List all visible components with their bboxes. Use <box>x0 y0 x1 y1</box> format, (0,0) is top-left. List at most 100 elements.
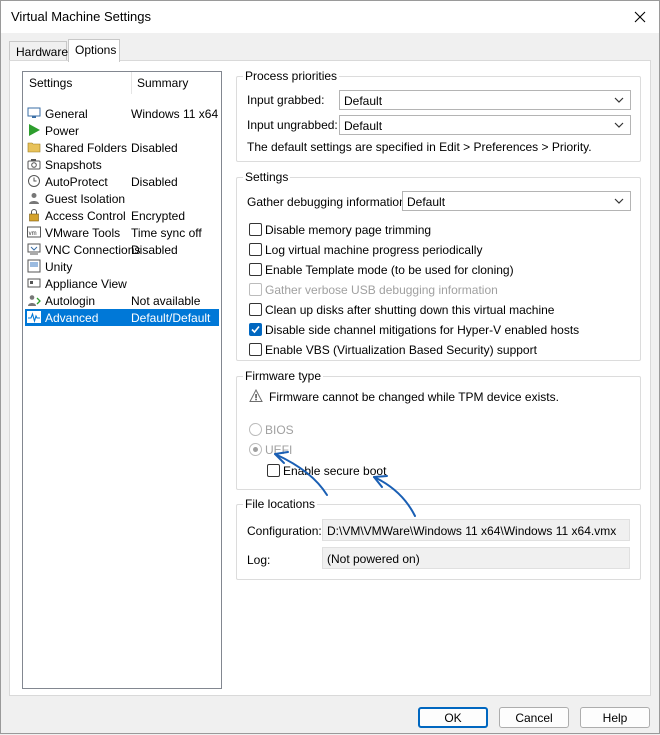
process-priorities-group: Process priorities Input grabbed: Defaul… <box>236 69 641 162</box>
file-locations-group: File locations Configuration: D:\VM\VMWa… <box>236 497 641 580</box>
checkbox-label: Gather verbose USB debugging information <box>265 283 498 297</box>
close-icon <box>634 11 646 23</box>
list-item-unity[interactable]: Unity <box>25 258 219 275</box>
checkbox-box <box>249 283 262 296</box>
list-item-snapshots[interactable]: Snapshots <box>25 156 219 173</box>
list-item-vmware-tools[interactable]: vm VMware Tools Time sync off <box>25 224 219 241</box>
list-item-label: AutoProtect <box>45 175 108 189</box>
title-bar: Virtual Machine Settings <box>1 1 659 33</box>
input-ungrabbed-value: Default <box>344 119 383 133</box>
list-item-label: VMware Tools <box>45 226 121 240</box>
help-button[interactable]: Help <box>580 707 650 728</box>
configuration-path: D:\VM\VMWare\Windows 11 x64\Windows 11 x… <box>327 524 617 538</box>
settings-list[interactable]: Settings Summary General Windows 11 x64 Po… <box>22 71 222 689</box>
list-item-summary: Default/Default <box>131 311 211 325</box>
checkbox-box <box>249 243 262 256</box>
vnc-icon <box>27 243 41 255</box>
checkbox-box <box>249 223 262 236</box>
list-item-summary: Time sync off <box>131 226 202 240</box>
close-button[interactable] <box>625 3 655 31</box>
debug-info-label: Gather debugging information: <box>247 195 410 209</box>
tab-hardware[interactable]: Hardware <box>9 41 68 61</box>
list-item-guest-isolation[interactable]: Guest Isolation <box>25 190 219 207</box>
configuration-path-field[interactable]: D:\VM\VMWare\Windows 11 x64\Windows 11 x… <box>322 519 630 541</box>
uefi-radio-dot <box>249 443 262 456</box>
checkbox-box <box>249 323 262 336</box>
checkbox-box <box>249 303 262 316</box>
checkbox-label: Disable memory page trimming <box>265 223 432 237</box>
checkbox-label: Enable Template mode (to be used for clo… <box>265 263 514 277</box>
checkbox-label: Enable VBS (Virtualization Based Securit… <box>265 343 537 357</box>
folder-icon <box>27 142 41 153</box>
list-item-label: Power <box>45 124 80 138</box>
column-settings[interactable]: Settings <box>29 76 72 90</box>
configuration-label: Configuration: <box>247 524 322 538</box>
list-item-autoprotect[interactable]: AutoProtect Disabled <box>25 173 219 190</box>
list-item-label: Appliance View <box>45 277 127 291</box>
list-item-vnc-connections[interactable]: VNC Connections Disabled <box>25 241 219 258</box>
bios-radio-dot <box>249 423 262 436</box>
list-item-appliance-view[interactable]: Appliance View <box>25 275 219 292</box>
list-item-summary: Encrypted <box>131 209 186 223</box>
checkbox-label: Clean up disks after shutting down this … <box>265 303 555 317</box>
list-item-label: Advanced <box>45 311 99 325</box>
list-item-summary: Windows 11 x64 <box>131 107 219 121</box>
chevron-down-icon <box>614 97 624 103</box>
log-path: (Not powered on) <box>327 552 420 566</box>
appliance-icon <box>27 278 41 288</box>
input-grabbed-value: Default <box>344 94 383 108</box>
svg-text:vm: vm <box>29 231 37 237</box>
window-title: Virtual Machine Settings <box>11 9 151 24</box>
list-item-access-control[interactable]: Access Control Encrypted <box>25 207 219 224</box>
firmware-title: Firmware type <box>243 369 324 383</box>
log-label: Log: <box>247 553 271 567</box>
list-item-label: Snapshots <box>45 158 102 172</box>
list-item-advanced[interactable]: Advanced Default/Default <box>25 309 219 326</box>
firmware-warning: Firmware cannot be changed while TPM dev… <box>269 390 559 404</box>
uefi-label: UEFI <box>265 443 293 457</box>
tab-options[interactable]: Options <box>68 39 120 62</box>
list-header: Settings Summary <box>23 72 221 94</box>
list-item-label: VNC Connections <box>45 243 141 257</box>
list-item-power[interactable]: Power <box>25 122 219 139</box>
vm-settings-window: Virtual Machine Settings Hardware Option… <box>0 0 660 734</box>
advanced-icon <box>27 311 41 323</box>
cancel-button[interactable]: Cancel <box>499 707 569 728</box>
list-item-label: Shared Folders <box>45 141 128 155</box>
debug-info-select[interactable]: Default <box>402 191 631 211</box>
warning-icon <box>249 389 263 402</box>
debug-info-value: Default <box>407 195 446 209</box>
user-icon <box>29 193 39 204</box>
chevron-down-icon <box>614 198 624 204</box>
monitor-icon <box>27 107 41 118</box>
column-summary[interactable]: Summary <box>137 76 188 90</box>
secure-boot-label: Enable secure boot <box>283 464 387 478</box>
priority-note: The default settings are specified in Ed… <box>247 140 592 154</box>
lock-icon <box>29 209 39 222</box>
list-item-summary: Disabled <box>131 175 178 189</box>
clock-icon <box>28 175 40 187</box>
list-item-label: Autologin <box>45 294 96 308</box>
input-grabbed-label: Input grabbed: <box>247 93 325 107</box>
checkbox-label: Log virtual machine progress periodicall… <box>265 243 483 257</box>
checkbox-label: Disable side channel mitigations for Hyp… <box>265 323 580 337</box>
column-separator[interactable] <box>131 72 132 94</box>
list-item-label: Guest Isolation <box>45 192 126 206</box>
list-item-label: General <box>45 107 88 121</box>
list-item-autologin[interactable]: Autologin Not available <box>25 292 219 309</box>
chevron-down-icon <box>614 122 624 128</box>
secure-boot-box <box>267 464 280 477</box>
list-item-general[interactable]: General Windows 11 x64 <box>25 105 219 122</box>
input-grabbed-select[interactable]: Default <box>339 90 631 110</box>
list-item-summary: Disabled <box>131 141 178 155</box>
checkbox-box <box>249 343 262 356</box>
input-ungrabbed-select[interactable]: Default <box>339 115 631 135</box>
list-item-summary: Disabled <box>131 243 178 257</box>
log-path-field[interactable]: (Not powered on) <box>322 547 630 569</box>
unity-icon <box>27 259 41 273</box>
ok-button[interactable]: OK <box>418 707 488 728</box>
list-item-label: Access Control <box>45 209 126 223</box>
list-item-shared-folders[interactable]: Shared Folders Disabled <box>25 139 219 156</box>
autologin-icon <box>28 295 41 306</box>
play-icon <box>29 124 40 136</box>
